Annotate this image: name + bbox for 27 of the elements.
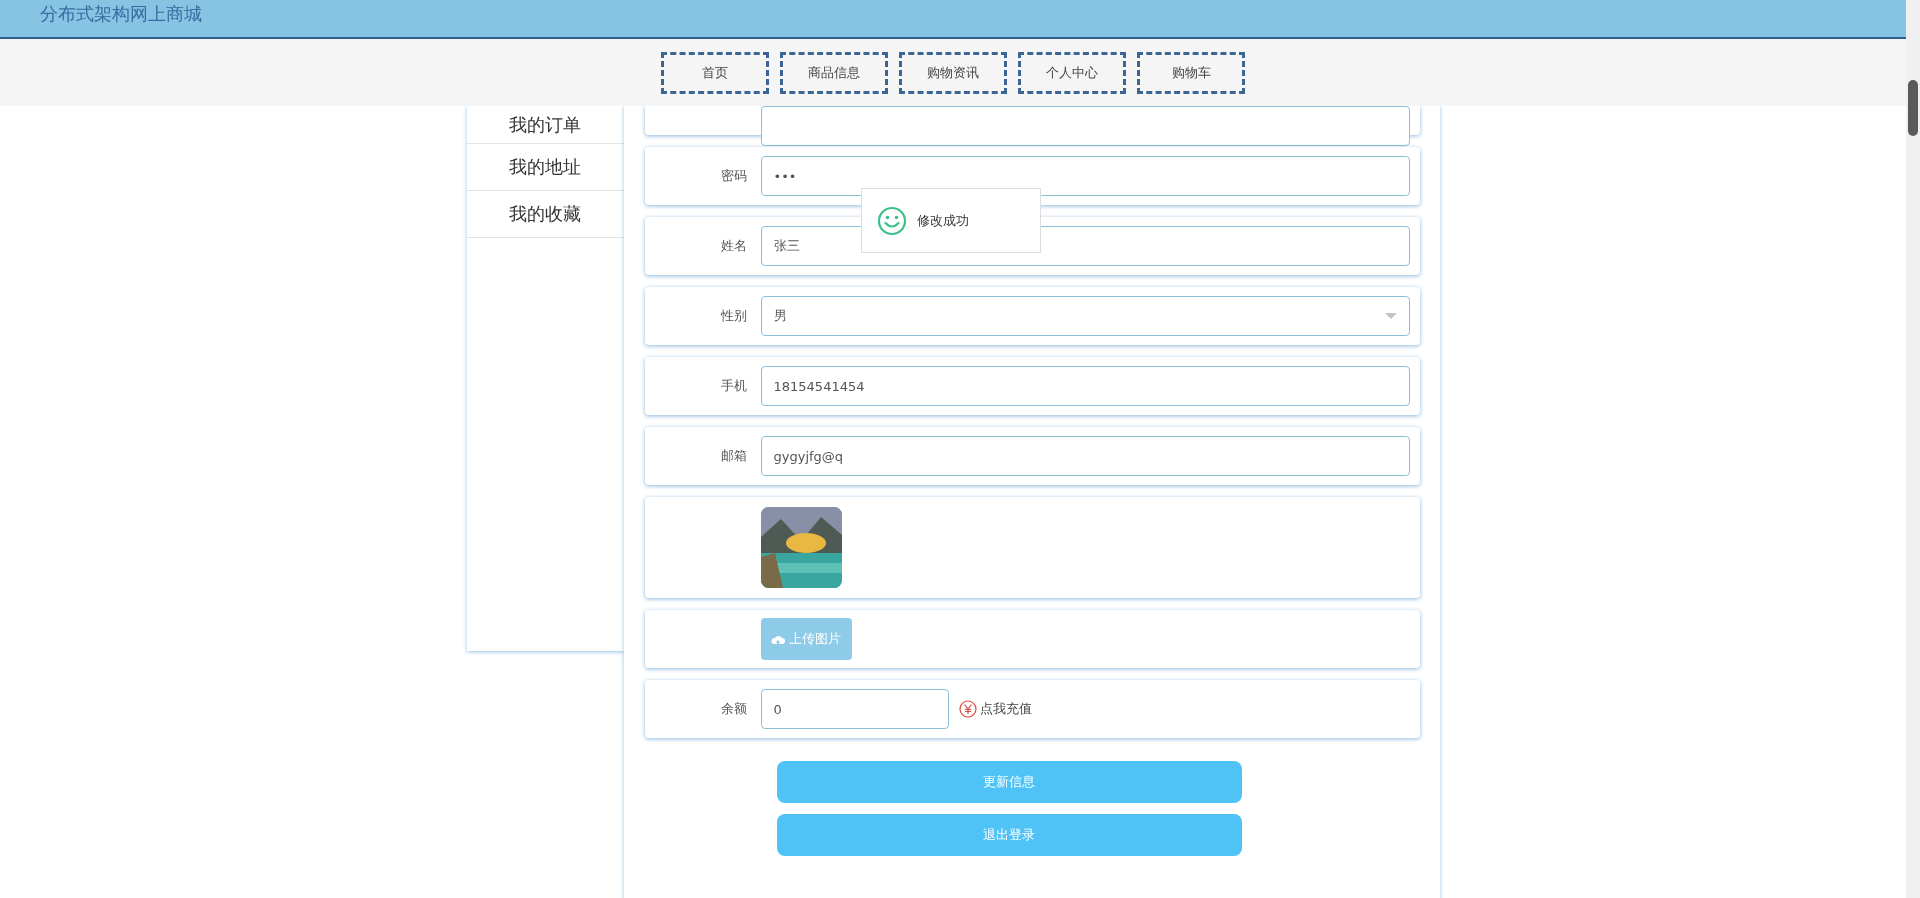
sidebar-item[interactable]: 我的地址: [466, 144, 624, 191]
scrollbar[interactable]: [1906, 0, 1920, 898]
site-title: 分布式架构网上商城: [40, 2, 202, 26]
input-field[interactable]: 0: [760, 689, 949, 729]
nav-link[interactable]: 个人中心: [1018, 51, 1126, 94]
sidebar-item[interactable]: 我的收藏: [466, 191, 624, 238]
cloud-upload-icon: [771, 633, 785, 645]
nav-link[interactable]: 商品信息: [780, 51, 888, 94]
field-label: 手机: [719, 377, 748, 395]
field-label: 密码: [719, 167, 748, 185]
yen-icon: [958, 700, 977, 718]
select-field[interactable]: 男: [760, 296, 1410, 336]
field-label: 姓名: [719, 237, 748, 255]
caret-icon: [1384, 313, 1397, 319]
nav-link[interactable]: 购物车: [1137, 51, 1245, 94]
input-field[interactable]: •••: [760, 156, 1410, 196]
nav-link[interactable]: 首页: [661, 51, 769, 94]
nav-link[interactable]: 购物资讯: [899, 51, 1007, 94]
field-label: 性别: [719, 307, 748, 325]
recharge-link[interactable]: 点我充值: [979, 700, 1032, 718]
smiley-icon: [877, 205, 907, 236]
field-label: 余额: [719, 700, 748, 718]
input-field[interactable]: [760, 106, 1410, 146]
input-field[interactable]: 18154541454: [760, 366, 1410, 406]
sidebar-item[interactable]: 我的订单: [466, 106, 624, 144]
input-field[interactable]: gygyjfg@q: [760, 436, 1410, 476]
field-label: 邮箱: [719, 447, 748, 465]
